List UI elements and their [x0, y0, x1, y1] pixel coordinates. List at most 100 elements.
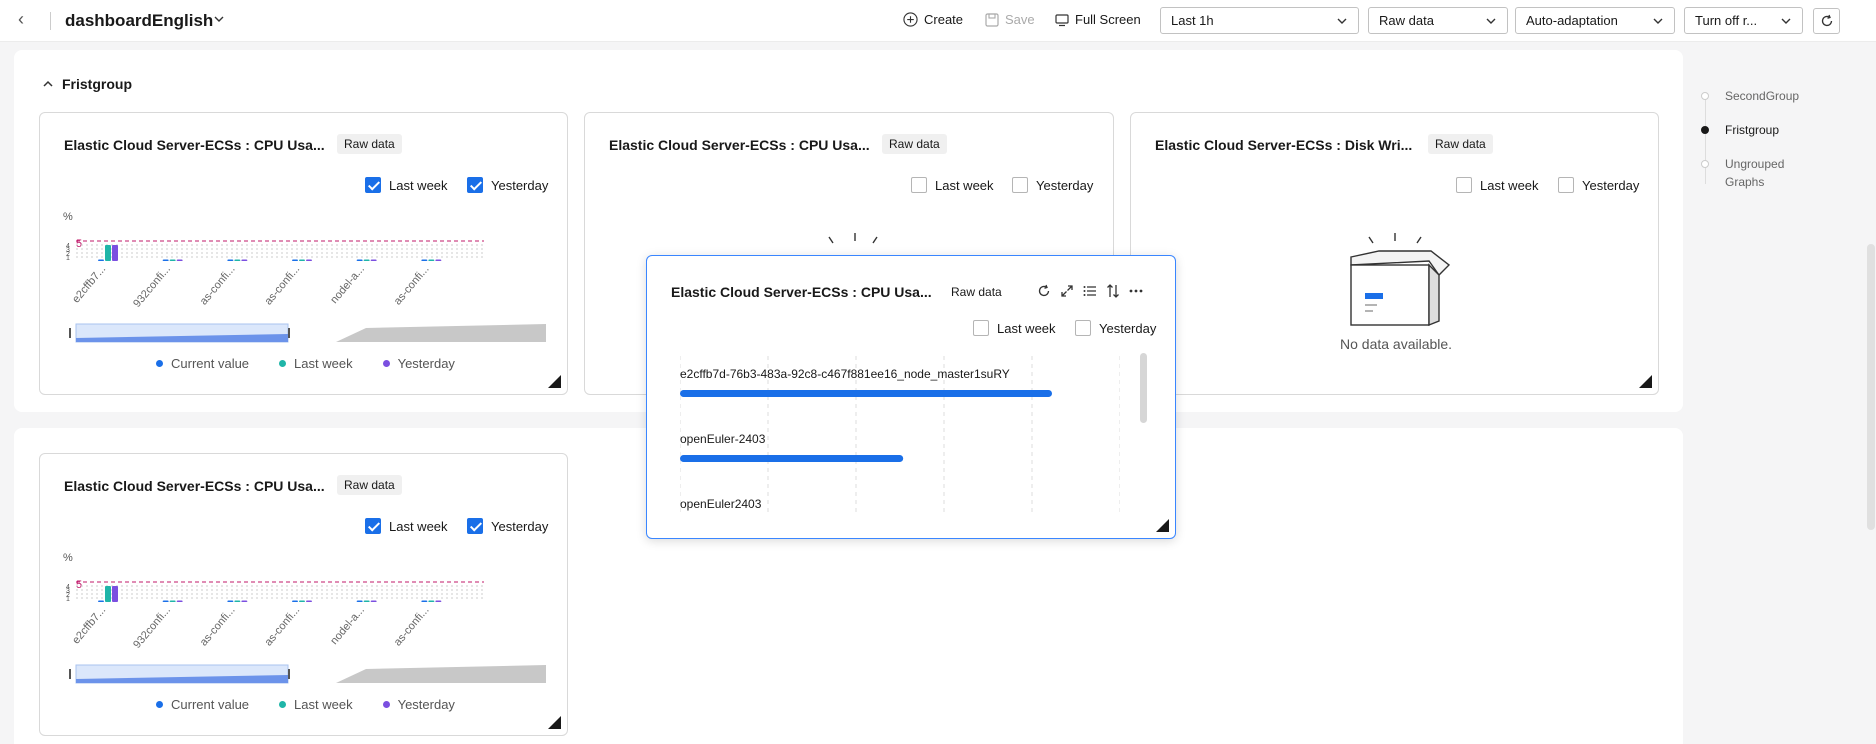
- bar: [112, 586, 118, 602]
- fullscreen-button[interactable]: Full Screen: [1055, 12, 1141, 27]
- card-title: Elastic Cloud Server-ECSs : CPU Usa...: [671, 284, 932, 300]
- yesterday-checkbox[interactable]: Yesterday: [467, 518, 548, 534]
- resize-handle[interactable]: [1156, 519, 1169, 532]
- x-tick-label: 932confi...: [131, 263, 173, 310]
- bar-label: openEuler2403: [680, 497, 762, 511]
- range-slider[interactable]: [66, 661, 562, 691]
- checkbox-box[interactable]: [365, 177, 381, 193]
- page-scrollbar-thumb[interactable]: [1867, 244, 1875, 530]
- x-tick-label: as-confi...: [262, 604, 302, 648]
- checkbox-box[interactable]: [467, 518, 483, 534]
- x-tick-label: e2cffb7...: [70, 604, 108, 646]
- range-slider[interactable]: [66, 320, 562, 350]
- back-icon[interactable]: ‹: [18, 9, 24, 30]
- last-week-checkbox[interactable]: Last week: [911, 177, 994, 193]
- checkbox-box[interactable]: [1456, 177, 1472, 193]
- anchor-second-group[interactable]: SecondGroup: [1725, 87, 1799, 105]
- bar: [234, 259, 241, 261]
- list-icon[interactable]: [1083, 284, 1097, 298]
- chevron-down-icon[interactable]: [213, 13, 225, 28]
- x-tick-label: as-confi...: [262, 263, 302, 307]
- create-button[interactable]: Create: [903, 12, 963, 27]
- slider-handle-right: [288, 328, 290, 338]
- legend-label: Yesterday: [397, 697, 455, 712]
- checkbox-label: Yesterday: [491, 518, 549, 534]
- fullscreen-label: Full Screen: [1075, 12, 1141, 27]
- raw-data-badge: Raw data: [337, 134, 402, 154]
- bar: [421, 259, 428, 261]
- yesterday-checkbox[interactable]: Yesterday: [1558, 177, 1639, 193]
- resize-handle[interactable]: [548, 716, 561, 729]
- yesterday-checkbox[interactable]: Yesterday: [1075, 320, 1156, 336]
- resize-handle[interactable]: [1639, 375, 1652, 388]
- last-week-checkbox[interactable]: Last week: [973, 320, 1056, 336]
- refresh-button[interactable]: [1813, 8, 1840, 34]
- yesterday-checkbox[interactable]: Yesterday: [1012, 177, 1093, 193]
- slider-handle-left: [69, 669, 71, 679]
- data-mode-select[interactable]: Raw data: [1368, 7, 1508, 34]
- bar: [421, 600, 428, 602]
- card-title: Elastic Cloud Server-ECSs : Disk Wri...: [1155, 137, 1413, 153]
- last-week-checkbox[interactable]: Last week: [365, 177, 448, 193]
- bar: [292, 600, 298, 602]
- x-tick-label: as-confi...: [198, 604, 238, 648]
- create-label: Create: [924, 12, 964, 27]
- save-icon: [985, 12, 999, 27]
- bar: [306, 600, 312, 602]
- group-header[interactable]: Fristgroup: [42, 76, 132, 92]
- chevron-down-icon: [1337, 18, 1347, 24]
- legend-label: Last week: [294, 356, 353, 371]
- slider-handle-right: [288, 669, 290, 679]
- checkbox-box[interactable]: [1012, 177, 1028, 193]
- bar: [356, 600, 363, 602]
- sort-icon[interactable]: [1106, 284, 1120, 298]
- anchor-ungrouped-graphs[interactable]: Ungrouped Graphs: [1725, 155, 1795, 191]
- checkbox-box[interactable]: [365, 518, 381, 534]
- scrollbar-thumb[interactable]: [1140, 353, 1147, 423]
- chevron-down-icon: [1486, 18, 1496, 24]
- x-tick-label: nodel-a...: [328, 604, 367, 647]
- graph-card[interactable]: Elastic Cloud Server-ECSs : Disk Wri... …: [1130, 112, 1659, 395]
- save-button[interactable]: Save: [985, 12, 1035, 27]
- empty-box-icon: [1350, 233, 1451, 327]
- card-title: Elastic Cloud Server-ECSs : CPU Usa...: [64, 478, 325, 494]
- time-range-select[interactable]: Last 1h: [1160, 7, 1359, 34]
- bar: [306, 259, 312, 261]
- bar: [98, 600, 104, 602]
- checkbox-box[interactable]: [1558, 177, 1574, 193]
- graph-card[interactable]: Elastic Cloud Server-ECSs : CPU Usa... R…: [39, 453, 568, 736]
- checkbox-box[interactable]: [973, 320, 989, 336]
- graph-card[interactable]: Elastic Cloud Server-ECSs : CPU Usa... R…: [39, 112, 568, 395]
- bar: [162, 600, 169, 602]
- checkbox-box[interactable]: [467, 177, 483, 193]
- slider-handle-left: [69, 328, 71, 338]
- chart-legend: Current value Last week Yesterday: [156, 356, 455, 371]
- expand-icon[interactable]: [1060, 284, 1074, 298]
- last-week-checkbox[interactable]: Last week: [1456, 177, 1539, 193]
- last-week-checkbox[interactable]: Last week: [365, 518, 448, 534]
- card-title: Elastic Cloud Server-ECSs : CPU Usa...: [609, 137, 870, 153]
- bar: [176, 259, 183, 261]
- bar: [680, 390, 1052, 397]
- checkbox-box[interactable]: [911, 177, 927, 193]
- auto-refresh-value: Turn off r...: [1695, 13, 1758, 28]
- resize-handle[interactable]: [548, 375, 561, 388]
- anchor-line: [1705, 96, 1706, 184]
- top-bar: ‹ dashboardEnglish Create Save Full Scre…: [0, 0, 1876, 42]
- bar: [363, 600, 370, 602]
- auto-refresh-select[interactable]: Turn off r...: [1684, 7, 1803, 34]
- checkbox-label: Yesterday: [1099, 320, 1157, 336]
- x-tick-label: as-confi...: [198, 263, 238, 307]
- adaptation-select[interactable]: Auto-adaptation: [1515, 7, 1675, 34]
- save-label: Save: [1005, 12, 1035, 27]
- anchor-fristgroup[interactable]: Fristgroup: [1725, 121, 1779, 139]
- drag-preview-card[interactable]: Elastic Cloud Server-ECSs : CPU Usa... R…: [646, 255, 1176, 539]
- refresh-icon[interactable]: [1037, 284, 1051, 298]
- bar: [241, 600, 248, 602]
- checkbox-label: Last week: [935, 177, 994, 193]
- checkbox-box[interactable]: [1075, 320, 1091, 336]
- more-icon[interactable]: [1129, 284, 1143, 298]
- y-unit-label: %: [63, 552, 73, 564]
- y-tick-label: 4: [66, 584, 70, 591]
- yesterday-checkbox[interactable]: Yesterday: [467, 177, 548, 193]
